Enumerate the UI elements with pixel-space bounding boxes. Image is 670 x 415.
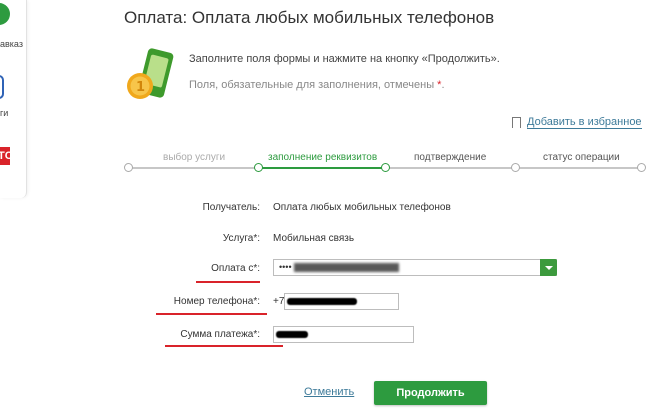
info-required-end: .	[441, 79, 445, 91]
step-fill-details: заполнение реквизитов	[268, 152, 378, 163]
step-select-service: выбор услуги	[163, 152, 226, 163]
phone-prefix: +7	[273, 296, 285, 307]
add-to-favorites-link[interactable]: Добавить в избранное	[512, 116, 642, 129]
pay-from-value: ••••	[279, 262, 292, 272]
svg-text:1: 1	[136, 80, 145, 95]
stepper-dot-4	[511, 163, 520, 172]
bookmark-icon	[512, 117, 521, 128]
stepper-line-active	[258, 167, 386, 169]
chevron-down-icon[interactable]	[540, 259, 557, 276]
recipient-value: Оплата любых мобильных телефонов	[273, 202, 451, 213]
continue-button[interactable]: Продолжить	[374, 381, 487, 405]
info-required-text: Поля, обязательные для заполнения, отмеч…	[189, 79, 435, 91]
phone-coin-icon: 1	[127, 48, 174, 99]
recipient-label: Получатель:	[202, 202, 260, 213]
amount-label: Сумма платежа*:	[180, 329, 260, 340]
service-label: Услуга*:	[222, 233, 260, 244]
stepper-dot-3	[381, 163, 390, 172]
sidebar-blue-icon[interactable]	[0, 75, 4, 99]
add-to-favorites-label: Добавить в избранное	[527, 116, 642, 129]
stepper-dot-2	[254, 163, 263, 172]
step-operation-status: статус операции	[543, 152, 620, 163]
info-instruction: Заполните поля формы и нажмите на кнопку…	[189, 53, 500, 65]
pay-from-label: Оплата с*:	[211, 263, 260, 274]
stepper-line-done	[128, 167, 258, 169]
pay-from-masked-value	[294, 263, 399, 272]
sidebar-red-logo-icon[interactable]: ТС	[0, 147, 13, 165]
phone-label: Номер телефона*:	[173, 296, 260, 307]
pay-from-underline	[196, 281, 260, 283]
amount-input[interactable]	[273, 326, 414, 343]
stepper-dot-5	[637, 163, 646, 172]
page-title: Оплата: Оплата любых мобильных телефонов	[124, 8, 495, 27]
step-confirmation: подтверждение	[414, 152, 487, 163]
sidebar-item-label-2[interactable]: ги	[0, 108, 8, 118]
sidebar	[0, 0, 27, 198]
phone-underline	[156, 313, 267, 315]
stepper-dot-1	[124, 163, 133, 172]
amount-underline	[165, 345, 283, 347]
cancel-link[interactable]: Отменить	[304, 386, 354, 398]
phone-input[interactable]	[284, 293, 399, 310]
amount-masked-value	[276, 331, 308, 338]
info-required-note: Поля, обязательные для заполнения, отмеч…	[189, 79, 445, 91]
pay-from-select[interactable]: ••••	[273, 259, 557, 276]
service-value: Мобильная связь	[273, 233, 355, 244]
sidebar-item-label-1[interactable]: авказ	[0, 39, 23, 49]
phone-masked-value	[287, 298, 357, 305]
